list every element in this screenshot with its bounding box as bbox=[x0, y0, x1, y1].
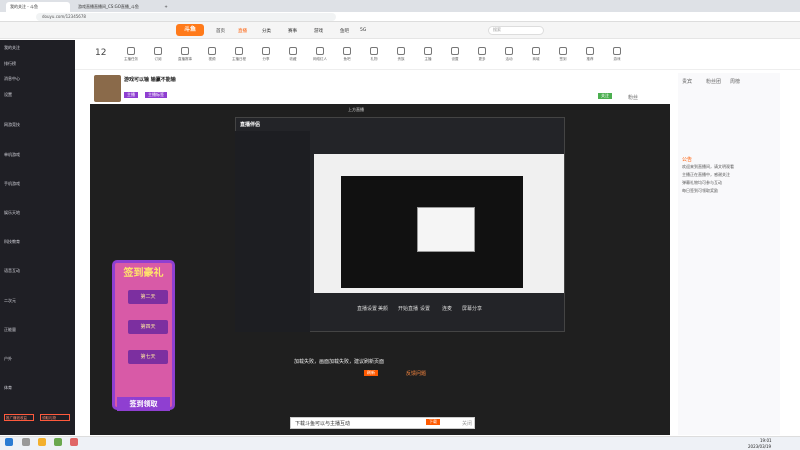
chat-message: 弹幕礼物均可参与互动 bbox=[682, 180, 722, 185]
right-panel bbox=[678, 73, 780, 435]
sidebar-item[interactable]: 户外 bbox=[4, 356, 12, 362]
room-tag[interactable]: 主播标签 bbox=[145, 92, 167, 98]
room-tag[interactable]: 主播 bbox=[124, 92, 138, 98]
share-button[interactable]: 分享 bbox=[258, 47, 274, 62]
sidebar-item[interactable]: 科技教育 bbox=[4, 239, 20, 245]
streamer-avatar[interactable] bbox=[94, 75, 121, 102]
sidebar-item[interactable]: 手机游戏 bbox=[4, 181, 20, 187]
gift-button[interactable]: 礼物 bbox=[366, 47, 382, 62]
companion-action[interactable]: 直播设置 bbox=[357, 305, 377, 312]
nav-5g[interactable]: 5G bbox=[360, 28, 366, 33]
feedback-link[interactable]: 反馈问题 bbox=[406, 370, 426, 377]
anchor-button[interactable]: 主播 bbox=[420, 47, 436, 62]
douyu-logo[interactable]: 斗鱼 bbox=[176, 24, 204, 36]
more-button[interactable]: 更多 bbox=[474, 47, 490, 62]
checkin-button[interactable]: 签到 bbox=[555, 47, 571, 62]
sidebar-item[interactable]: 体育 bbox=[4, 385, 12, 391]
windows-start-icon[interactable] bbox=[5, 438, 13, 446]
windows-taskbar bbox=[0, 436, 800, 450]
refresh-button[interactable]: 刷新 bbox=[364, 370, 378, 376]
close-button[interactable]: 关闭 bbox=[462, 420, 472, 427]
chat-message: 每日签到可领取奖励 bbox=[682, 188, 718, 193]
game-button[interactable]: 游戏 bbox=[609, 47, 625, 62]
schedule-button[interactable]: 主播日程 bbox=[231, 47, 247, 62]
events-button[interactable]: 直播赛事 bbox=[177, 47, 193, 62]
search-icon[interactable] bbox=[22, 438, 30, 446]
companion-action[interactable]: 开始直播 bbox=[398, 305, 418, 312]
new-tab-button[interactable]: + bbox=[160, 2, 172, 12]
fans-label: 粉丝 bbox=[628, 95, 639, 101]
companion-sidebar bbox=[235, 131, 310, 332]
browser-icon[interactable] bbox=[70, 438, 78, 446]
companion-action[interactable]: 美颜 bbox=[378, 305, 388, 312]
taskbar-date: 2023/03/19 bbox=[748, 444, 772, 449]
forum-button[interactable]: 鱼吧 bbox=[339, 47, 355, 62]
level-count: 12 bbox=[95, 48, 107, 58]
video-button[interactable]: 视频 bbox=[204, 47, 220, 62]
rank-tab[interactable]: 粉丝团 bbox=[706, 78, 721, 85]
companion-action[interactable]: 设置 bbox=[420, 305, 430, 312]
sidebar-item[interactable]: 娱乐天地 bbox=[4, 210, 20, 216]
url-input[interactable]: douyu.com/12345678 bbox=[36, 13, 336, 21]
sidebar-item[interactable]: 单机游戏 bbox=[4, 152, 20, 158]
nav-games[interactable]: 游戏 bbox=[314, 28, 323, 34]
sidebar-item[interactable]: 设置 bbox=[4, 92, 12, 98]
nested-preview bbox=[417, 207, 475, 252]
stream-status: 上方直播 bbox=[348, 107, 364, 112]
activity-button[interactable]: 活动 bbox=[501, 47, 517, 62]
task-button[interactable]: 主播任务 bbox=[123, 47, 139, 62]
sidebar-item[interactable]: 消息中心 bbox=[4, 76, 20, 82]
follow-button[interactable]: 关注 bbox=[598, 93, 612, 99]
sidebar-item[interactable]: 网游竞技 bbox=[4, 122, 20, 128]
taskbar-time: 19:01 bbox=[760, 438, 772, 443]
checkin-day[interactable]: 第二天 bbox=[128, 290, 168, 304]
subscribe-button[interactable]: 订阅 bbox=[150, 47, 166, 62]
recommend-button[interactable]: 推荐 bbox=[582, 47, 598, 62]
hot-button[interactable]: 网络红人 bbox=[312, 47, 328, 62]
settings-button[interactable]: 设置 bbox=[447, 47, 463, 62]
favorite-button[interactable]: 收藏 bbox=[285, 47, 301, 62]
companion-action[interactable]: 连麦 bbox=[442, 305, 452, 312]
chat-message: 欢迎来到直播间，请文明观看 bbox=[682, 164, 734, 169]
checkin-day[interactable]: 第四天 bbox=[128, 320, 168, 334]
folder-icon[interactable] bbox=[38, 438, 46, 446]
browser-tab[interactable]: 游戏直播直播间_CS:GO直播_斗鱼 bbox=[74, 2, 156, 12]
app-icon[interactable] bbox=[54, 438, 62, 446]
nav-fishbar[interactable]: 鱼吧 bbox=[340, 28, 349, 34]
companion-action[interactable]: 屏幕分享 bbox=[462, 305, 482, 312]
left-sidebar bbox=[0, 40, 75, 435]
room-title: 游戏可以输 输赢不能输 bbox=[124, 77, 176, 83]
site-topnav bbox=[0, 22, 800, 39]
sidebar-item[interactable]: 我的关注 bbox=[4, 45, 20, 51]
search-input[interactable]: 搜索 bbox=[488, 26, 544, 35]
checkin-claim-button[interactable]: 签到领取 bbox=[117, 397, 170, 411]
download-text: 下载斗鱼可以与主播互动 bbox=[295, 421, 351, 427]
nav-events[interactable]: 赛事 bbox=[288, 28, 297, 34]
loading-error-text: 加载失败，画面加载失败，建议刷新页面 bbox=[294, 359, 385, 365]
sidebar-item[interactable]: 正能量 bbox=[4, 327, 16, 333]
nav-live[interactable]: 直播 bbox=[238, 28, 247, 34]
rank-tab[interactable]: 周榜 bbox=[730, 78, 740, 85]
download-button[interactable]: 下载 bbox=[426, 419, 440, 425]
chat-message: 主播正在直播中，感谢关注 bbox=[682, 172, 730, 177]
sidebar-promo-button[interactable]: 推广赚钱收益 bbox=[4, 414, 34, 421]
companion-title: 直播伴侣 bbox=[240, 122, 261, 128]
nav-category[interactable]: 分类 bbox=[262, 28, 271, 34]
checkin-title: 签到豪礼 bbox=[123, 268, 164, 279]
browser-tab[interactable]: 我的关注 - 斗鱼 bbox=[6, 2, 70, 12]
checkin-popup[interactable] bbox=[112, 260, 175, 410]
sidebar-item[interactable]: 语音互动 bbox=[4, 268, 20, 274]
notice-label: 公告 bbox=[682, 157, 693, 163]
sidebar-item[interactable]: 二次元 bbox=[4, 298, 16, 304]
checkin-day[interactable]: 第七天 bbox=[128, 350, 168, 364]
nav-home[interactable]: 首页 bbox=[216, 28, 225, 34]
noble-button[interactable]: 贵族 bbox=[393, 47, 409, 62]
sidebar-item[interactable]: 排行榜 bbox=[4, 61, 16, 67]
shop-button[interactable]: 商城 bbox=[528, 47, 544, 62]
sidebar-gift-button[interactable]: 领取礼物 bbox=[40, 414, 70, 421]
rank-tab[interactable]: 贵宾 bbox=[682, 78, 692, 85]
